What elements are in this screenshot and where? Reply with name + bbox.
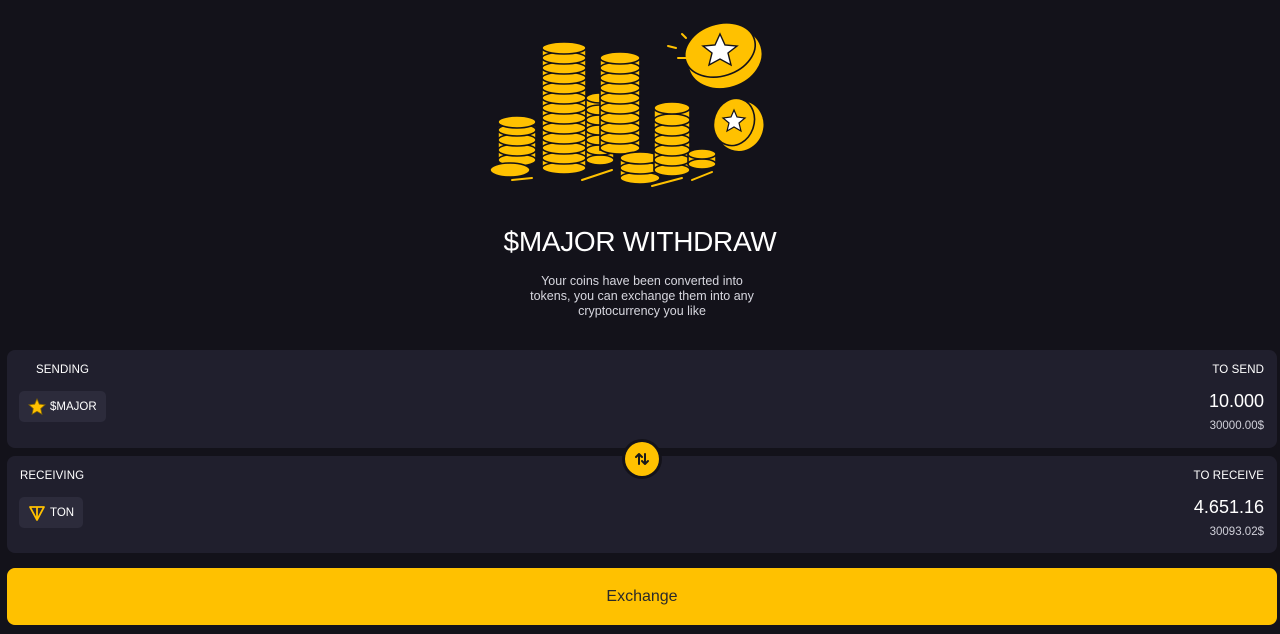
page-title: $MAJOR WITHDRAW	[503, 226, 777, 257]
send-amount[interactable]: 10.000	[1209, 391, 1264, 412]
page-subtitle: Your coins have been converted into toke…	[530, 274, 754, 318]
send-fiat-value: 30000.00$	[1209, 420, 1264, 432]
receive-fiat-value: 30093.02$	[1209, 526, 1264, 538]
star-icon	[28, 397, 46, 415]
sending-card: SENDING TO SEND $MAJOR 10.000 30000.00$	[7, 350, 1277, 448]
receiving-label: RECEIVING	[20, 470, 85, 482]
swap-arrows-icon	[635, 453, 649, 465]
receive-amount: 4.651.16	[1193, 497, 1264, 517]
sending-token-name: $MAJOR	[50, 400, 97, 413]
ton-icon	[29, 505, 45, 521]
sending-token-selector[interactable]: $MAJOR	[19, 391, 106, 422]
coin-stacks-illustration	[489, 22, 766, 187]
exchange-button[interactable]: Exchange	[7, 568, 1277, 625]
to-send-label: TO SEND	[1212, 364, 1264, 376]
sending-label: SENDING	[36, 364, 90, 376]
receiving-token-selector[interactable]: TON	[19, 497, 84, 528]
withdraw-page: $MAJOR WITHDRAW Your coins have been con…	[0, 0, 1280, 634]
swap-button[interactable]	[625, 442, 659, 476]
receiving-token-name: TON	[50, 506, 75, 519]
to-receive-label: TO RECEIVE	[1193, 470, 1264, 482]
